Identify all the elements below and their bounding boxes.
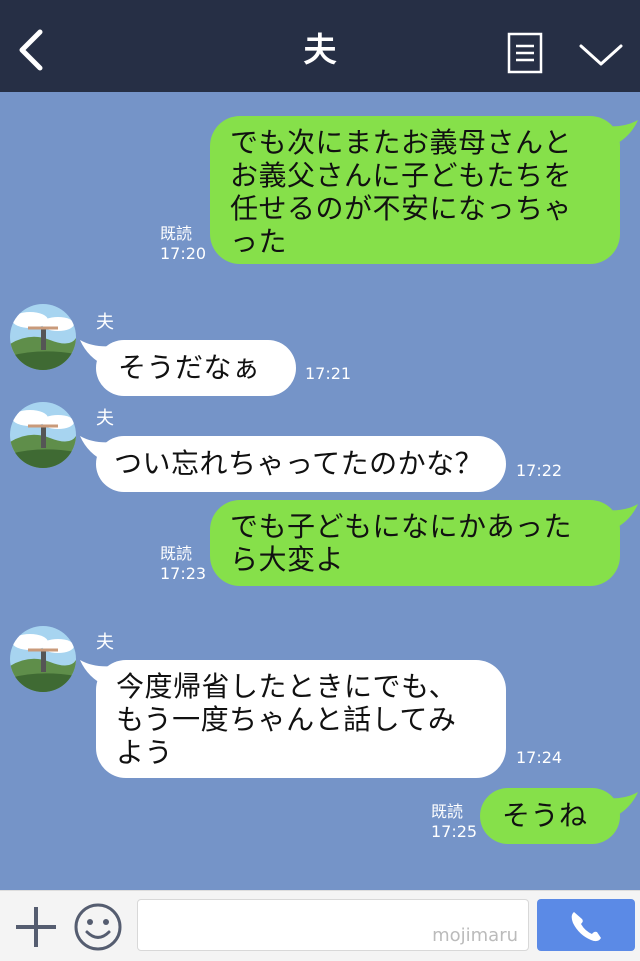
- bubble-tail-outgoing: [604, 504, 638, 530]
- message-time: 17:25: [431, 822, 478, 841]
- message-text-line: お義父さんに子どもたちを: [230, 159, 573, 192]
- message-text-line: そうね: [502, 799, 588, 832]
- chat-area[interactable]: でも次にまたお義母さんと お義父さんに子どもたちを 任せるのが不安になっちゃ っ…: [0, 92, 640, 890]
- message-bubble-incoming[interactable]: 今度帰省したときにでも、 もう一度ちゃんと話してみ よう: [96, 660, 506, 778]
- message-text-line: 任せるのが不安になっちゃ: [230, 192, 573, 225]
- avatar[interactable]: [10, 402, 76, 468]
- bubble-tail-incoming: [80, 340, 114, 366]
- chevron-down-icon[interactable]: [578, 40, 624, 70]
- message-time: 17:24: [516, 748, 563, 767]
- phone-icon: [571, 912, 601, 942]
- message-text-line: 今度帰省したときにでも、: [116, 670, 458, 703]
- message-bubble-outgoing[interactable]: でも次にまたお義母さんと お義父さんに子どもたちを 任せるのが不安になっちゃ っ…: [210, 116, 620, 264]
- menu-list-icon[interactable]: [507, 32, 543, 74]
- avatar[interactable]: [10, 626, 76, 692]
- message-text-line: つい忘れちゃってたのかな？: [114, 447, 484, 480]
- message-text-line: よう: [116, 736, 174, 769]
- sender-name: 夫: [96, 312, 114, 333]
- message-text-line: った: [230, 225, 288, 258]
- smiley-icon[interactable]: [73, 902, 123, 952]
- message-text-line: でも次にまたお義母さんと: [230, 126, 573, 159]
- watermark-text: mojimaru: [432, 925, 518, 946]
- header-bar: 夫: [0, 0, 640, 92]
- bubble-tail-incoming: [80, 660, 114, 686]
- message-time: 17:21: [305, 364, 352, 383]
- message-time: 17:20: [160, 244, 207, 263]
- plus-icon[interactable]: [14, 905, 58, 949]
- back-chevron-icon[interactable]: [14, 28, 50, 72]
- message-bubble-outgoing[interactable]: そうね: [480, 788, 620, 844]
- message-bubble-incoming[interactable]: そうだなぁ: [96, 340, 296, 396]
- message-bubble-incoming[interactable]: つい忘れちゃってたのかな？: [96, 436, 506, 492]
- message-text-line: もう一度ちゃんと話してみ: [116, 703, 457, 736]
- input-toolbar: mojimaru: [0, 890, 640, 961]
- message-time: 17:23: [160, 564, 207, 583]
- avatar[interactable]: [10, 304, 76, 370]
- bubble-tail-outgoing: [604, 792, 638, 818]
- read-status: 既読: [431, 802, 464, 821]
- message-text-line: そうだなぁ: [118, 351, 261, 384]
- read-status: 既読: [160, 544, 193, 563]
- message-text-line: でも子どもになにかあった: [230, 510, 573, 543]
- sender-name: 夫: [96, 408, 114, 429]
- read-status: 既読: [160, 224, 193, 243]
- bubble-tail-incoming: [80, 436, 114, 462]
- message-time: 17:22: [516, 461, 563, 480]
- chat-title: 夫: [303, 30, 337, 69]
- call-button[interactable]: [537, 899, 635, 951]
- message-bubble-outgoing[interactable]: でも子どもになにかあった ら大変よ: [210, 500, 620, 586]
- message-text-line: ら大変よ: [230, 543, 345, 576]
- message-input[interactable]: mojimaru: [137, 899, 529, 951]
- bubble-tail-outgoing: [604, 120, 638, 146]
- sender-name: 夫: [96, 632, 114, 653]
